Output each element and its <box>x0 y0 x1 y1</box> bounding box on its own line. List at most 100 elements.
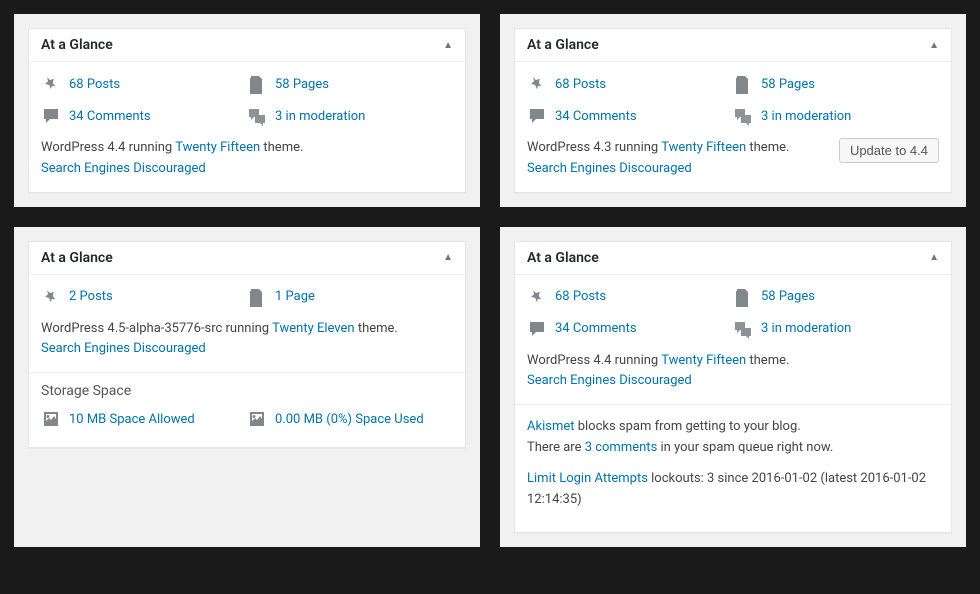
comments-link[interactable]: 34 Comments <box>555 321 637 336</box>
version-text-post: theme. <box>746 140 789 155</box>
comments-link[interactable]: 34 Comments <box>555 109 637 124</box>
dashboard-cell: At a Glance ▲ 68 Posts 58 Pages 34 Comm <box>500 227 966 548</box>
moderation-link[interactable]: 3 in moderation <box>275 109 365 124</box>
widget-header[interactable]: At a Glance ▲ <box>515 29 951 62</box>
dashboard-cell: At a Glance ▲ 2 Posts 1 Page WordP <box>14 227 480 548</box>
lla-info: Limit Login Attempts lockouts: 3 since 2… <box>527 469 939 511</box>
version-text-pre: WordPress 4.4 running <box>527 353 661 368</box>
stat-moderation: 3 in moderation <box>733 100 939 132</box>
collapse-icon[interactable]: ▲ <box>929 252 939 263</box>
widget-header[interactable]: At a Glance ▲ <box>29 242 465 275</box>
collapse-icon[interactable]: ▲ <box>443 40 453 51</box>
moderation-link[interactable]: 3 in moderation <box>761 109 851 124</box>
posts-link[interactable]: 2 Posts <box>69 289 113 304</box>
theme-link[interactable]: Twenty Eleven <box>272 321 355 336</box>
version-info: WordPress 4.4 running Twenty Fifteen the… <box>41 138 453 180</box>
search-engines-link[interactable]: Search Engines Discouraged <box>527 373 692 388</box>
stat-posts: 2 Posts <box>41 281 247 313</box>
stat-posts: 68 Posts <box>527 68 733 100</box>
media-icon <box>41 409 61 429</box>
storage-used-link[interactable]: 0.00 MB (0%) Space Used <box>275 412 424 427</box>
version-text-post: theme. <box>746 353 789 368</box>
stats-list: 68 Posts 58 Pages 34 Comments 3 in moder… <box>527 281 939 345</box>
pages-link[interactable]: 58 Pages <box>761 289 815 304</box>
search-engines-link[interactable]: Search Engines Discouraged <box>41 161 206 176</box>
pin-icon <box>527 287 547 307</box>
plugin-info: Akismet blocks spam from getting to your… <box>515 404 951 510</box>
version-text-pre: WordPress 4.5-alpha-35776-src running <box>41 321 272 336</box>
stats-list: 68 Posts 58 Pages 34 Comments 3 in moder… <box>527 68 939 132</box>
stat-pages: 58 Pages <box>733 281 939 313</box>
theme-link[interactable]: Twenty Fifteen <box>175 140 260 155</box>
pin-icon <box>527 74 547 94</box>
moderation-icon <box>733 319 753 339</box>
search-engines-link[interactable]: Search Engines Discouraged <box>41 341 206 356</box>
at-a-glance-widget: At a Glance ▲ 68 Posts 58 Pages 34 Comm <box>514 28 952 193</box>
dashboard-cell: At a Glance ▲ 68 Posts 58 Pages 34 Comm <box>500 14 966 207</box>
widget-header[interactable]: At a Glance ▲ <box>515 242 951 275</box>
storage-allowed-link[interactable]: 10 MB Space Allowed <box>69 412 195 427</box>
theme-link[interactable]: Twenty Fifteen <box>661 140 746 155</box>
at-a-glance-widget: At a Glance ▲ 68 Posts 58 Pages 34 Comm <box>514 241 952 534</box>
media-icon <box>247 409 267 429</box>
posts-link[interactable]: 68 Posts <box>555 77 606 92</box>
pin-icon <box>41 74 61 94</box>
storage-heading: Storage Space <box>29 372 465 403</box>
pages-link[interactable]: 58 Pages <box>761 77 815 92</box>
version-text-pre: WordPress 4.3 running <box>527 140 661 155</box>
stat-pages: 1 Page <box>247 281 453 313</box>
spam-link[interactable]: 3 comments <box>585 440 658 455</box>
at-a-glance-widget: At a Glance ▲ 68 Posts 58 Pages 34 Comm <box>28 28 466 193</box>
comment-icon <box>41 106 61 126</box>
stat-posts: 68 Posts <box>527 281 733 313</box>
widget-body: 68 Posts 58 Pages 34 Comments 3 in moder… <box>515 62 951 192</box>
stats-list: 2 Posts 1 Page <box>41 281 453 313</box>
page-icon <box>247 74 267 94</box>
widget-body: 2 Posts 1 Page WordPress 4.5-alpha-35776… <box>29 275 465 448</box>
comments-link[interactable]: 34 Comments <box>69 109 151 124</box>
comment-icon <box>527 319 547 339</box>
akismet-info: Akismet blocks spam from getting to your… <box>527 417 939 459</box>
version-text-post: theme. <box>355 321 398 336</box>
stats-list: 68 Posts 58 Pages 34 Comments 3 in moder… <box>41 68 453 132</box>
stat-comments: 34 Comments <box>527 313 733 345</box>
version-info: WordPress 4.4 running Twenty Fifteen the… <box>527 351 939 393</box>
spam-post: in your spam queue right now. <box>657 440 833 455</box>
storage-list: 10 MB Space Allowed 0.00 MB (0%) Space U… <box>41 403 453 435</box>
stat-pages: 58 Pages <box>733 68 939 100</box>
version-info: WordPress 4.5-alpha-35776-src running Tw… <box>41 319 453 361</box>
widget-title: At a Glance <box>527 37 599 53</box>
pages-link[interactable]: 1 Page <box>275 289 315 304</box>
posts-link[interactable]: 68 Posts <box>69 77 120 92</box>
stat-pages: 58 Pages <box>247 68 453 100</box>
at-a-glance-widget: At a Glance ▲ 2 Posts 1 Page WordP <box>28 241 466 449</box>
posts-link[interactable]: 68 Posts <box>555 289 606 304</box>
page-icon <box>733 287 753 307</box>
collapse-icon[interactable]: ▲ <box>929 40 939 51</box>
stat-comments: 34 Comments <box>41 100 247 132</box>
page-icon <box>733 74 753 94</box>
update-button[interactable]: Update to 4.4 <box>839 138 939 163</box>
moderation-icon <box>733 106 753 126</box>
moderation-icon <box>247 106 267 126</box>
dashboard-cell: At a Glance ▲ 68 Posts 58 Pages 34 Comm <box>14 14 480 207</box>
akismet-text: blocks spam from getting to your blog. <box>575 419 801 434</box>
widget-title: At a Glance <box>41 37 113 53</box>
storage-allowed: 10 MB Space Allowed <box>41 403 247 435</box>
pin-icon <box>41 287 61 307</box>
stat-posts: 68 Posts <box>41 68 247 100</box>
pages-link[interactable]: 58 Pages <box>275 77 329 92</box>
theme-link[interactable]: Twenty Fifteen <box>661 353 746 368</box>
collapse-icon[interactable]: ▲ <box>443 252 453 263</box>
widget-body: 68 Posts 58 Pages 34 Comments 3 in moder… <box>29 62 465 192</box>
page-icon <box>247 287 267 307</box>
widget-header[interactable]: At a Glance ▲ <box>29 29 465 62</box>
moderation-link[interactable]: 3 in moderation <box>761 321 851 336</box>
widget-title: At a Glance <box>527 250 599 266</box>
version-info: WordPress 4.3 running Twenty Fifteen the… <box>527 138 939 180</box>
search-engines-link[interactable]: Search Engines Discouraged <box>527 161 692 176</box>
storage-used: 0.00 MB (0%) Space Used <box>247 403 453 435</box>
akismet-link[interactable]: Akismet <box>527 419 575 434</box>
widget-body: 68 Posts 58 Pages 34 Comments 3 in moder… <box>515 275 951 533</box>
lla-link[interactable]: Limit Login Attempts <box>527 471 648 486</box>
